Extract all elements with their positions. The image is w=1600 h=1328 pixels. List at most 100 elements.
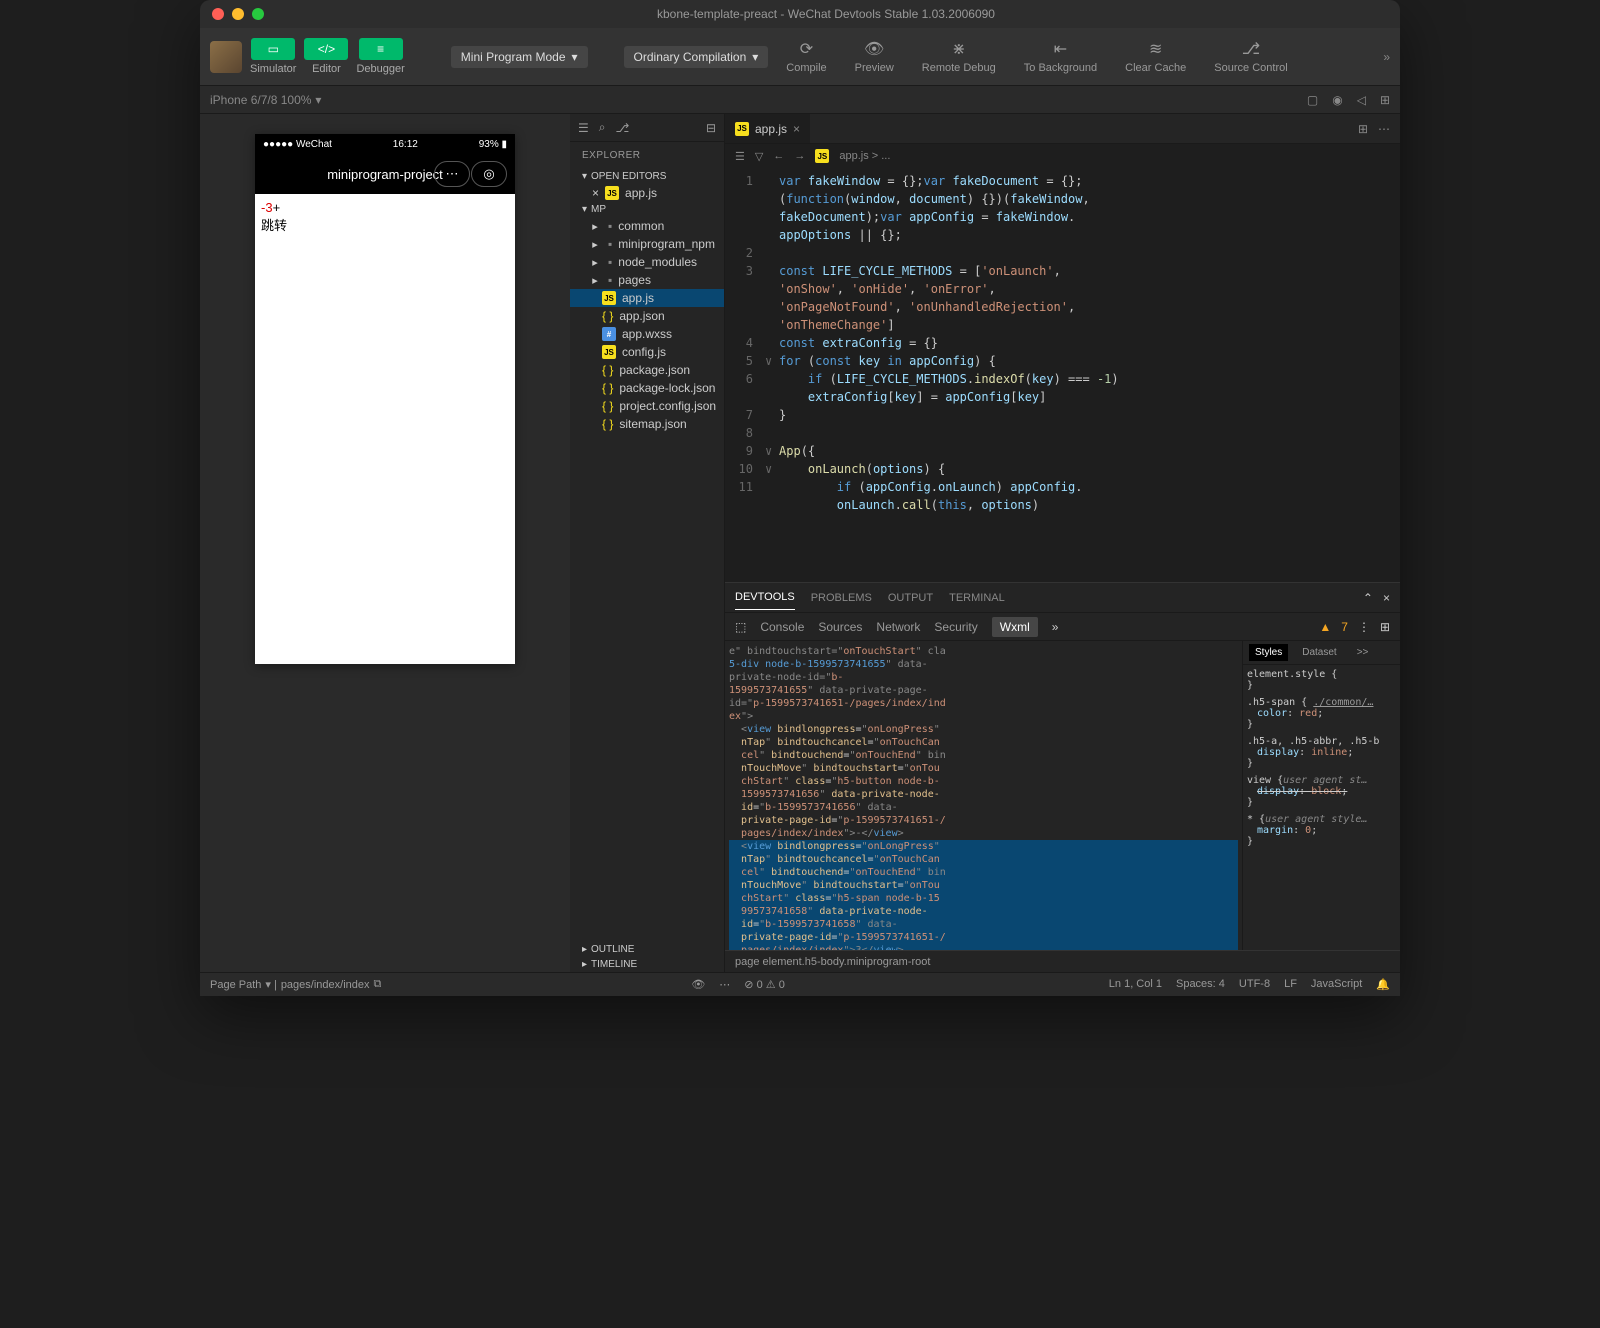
folder-item[interactable]: ▸▪pages bbox=[570, 271, 724, 289]
forward-icon: → bbox=[794, 150, 805, 162]
file-item[interactable]: { }sitemap.json bbox=[570, 415, 724, 433]
copy-icon[interactable]: ⧉ bbox=[374, 978, 382, 991]
explorer-panel: ☰ ⌕ ⎇ ⊟ EXPLORER ▾OPEN EDITORS × JS app.… bbox=[570, 114, 725, 972]
source-control-button[interactable]: ⎇ Source Control bbox=[1204, 39, 1297, 74]
to-background-button[interactable]: ⇤ To Background bbox=[1014, 39, 1107, 74]
split-editor-icon[interactable]: ⊞ bbox=[1358, 122, 1368, 136]
folder-item[interactable]: ▸▪miniprogram_npm bbox=[570, 235, 724, 253]
avatar[interactable] bbox=[210, 41, 242, 73]
file-item[interactable]: JSconfig.js bbox=[570, 343, 724, 361]
file-item[interactable]: JSapp.js bbox=[570, 289, 724, 307]
folder-icon: ▪ bbox=[608, 237, 612, 251]
encoding[interactable]: UTF-8 bbox=[1239, 978, 1270, 991]
preview-button[interactable]: 👁 Preview bbox=[845, 39, 904, 74]
more-icon[interactable]: ⋯ bbox=[719, 978, 730, 991]
sources-subtab[interactable]: Sources bbox=[818, 620, 862, 634]
open-editors-section[interactable]: ▾OPEN EDITORS bbox=[570, 169, 724, 184]
list-icon[interactable]: ☰ bbox=[578, 121, 589, 135]
indentation[interactable]: Spaces: 4 bbox=[1176, 978, 1225, 991]
dock-icon[interactable]: ⊞ bbox=[1380, 620, 1390, 634]
clear-cache-button[interactable]: ≋ Clear Cache bbox=[1115, 39, 1196, 74]
console-subtab[interactable]: Console bbox=[760, 620, 804, 634]
exit-icon: ⇤ bbox=[1054, 39, 1067, 59]
language[interactable]: JavaScript bbox=[1311, 978, 1362, 991]
file-item[interactable]: { }package.json bbox=[570, 361, 724, 379]
workspace-root[interactable]: ▾MP bbox=[570, 202, 724, 217]
file-item[interactable]: { }package-lock.json bbox=[570, 379, 724, 397]
phone-content[interactable]: -3+ 跳转 bbox=[255, 194, 515, 664]
devtools-tab[interactable]: DEVTOOLS bbox=[735, 585, 795, 610]
more-tab[interactable]: >> bbox=[1351, 644, 1375, 661]
close-icon[interactable]: × bbox=[793, 122, 800, 136]
more-icon[interactable]: ⋯ bbox=[1378, 122, 1390, 136]
more-icon[interactable]: » bbox=[1052, 620, 1059, 634]
terminal-tab[interactable]: TERMINAL bbox=[949, 586, 1005, 610]
main-area: ●●●●● WeChat 16:12 93% ▮ miniprogram-pro… bbox=[200, 114, 1400, 972]
record-icon[interactable]: ◉ bbox=[1332, 93, 1342, 107]
minimize-window-button[interactable] bbox=[232, 8, 244, 20]
code-editor[interactable]: 1var fakeWindow = {};var fakeDocument = … bbox=[725, 168, 1400, 582]
branch-icon[interactable]: ⎇ bbox=[616, 121, 630, 135]
chevron-right-icon: ▸ bbox=[588, 256, 602, 269]
chevron-right-icon: ▸ bbox=[588, 220, 602, 233]
network-subtab[interactable]: Network bbox=[876, 620, 920, 634]
element-path[interactable]: page element.h5-body.miniprogram-root bbox=[725, 950, 1400, 972]
close-window-button[interactable] bbox=[212, 8, 224, 20]
debugger-toggle[interactable]: ≡ Debugger bbox=[356, 38, 404, 75]
collapse-icon[interactable]: ⊟ bbox=[706, 121, 716, 135]
search-icon[interactable]: ⌕ bbox=[599, 120, 606, 135]
compilation-dropdown[interactable]: Ordinary Compilation▾ bbox=[624, 46, 769, 68]
eye-icon[interactable]: 👁 bbox=[691, 978, 705, 991]
simulator-toggle[interactable]: ▭ Simulator bbox=[250, 38, 296, 75]
outline-section[interactable]: ▸OUTLINE bbox=[570, 942, 724, 957]
wxml-subtab[interactable]: Wxml bbox=[992, 617, 1038, 637]
capsule-menu-icon[interactable]: ⋯ bbox=[434, 161, 470, 187]
js-file-icon: JS bbox=[735, 122, 749, 136]
security-subtab[interactable]: Security bbox=[934, 620, 977, 634]
folder-item[interactable]: ▸▪common bbox=[570, 217, 724, 235]
file-item[interactable]: { }app.json bbox=[570, 307, 724, 325]
output-tab[interactable]: OUTPUT bbox=[888, 586, 933, 610]
wxml-inspector[interactable]: e" bindtouchstart="onTouchStart" cla5-di… bbox=[725, 641, 1242, 950]
close-icon[interactable]: × bbox=[592, 186, 599, 200]
editor-tab[interactable]: JS app.js × bbox=[725, 114, 810, 143]
editor-tabs: JS app.js × ⊞ ⋯ bbox=[725, 114, 1400, 144]
styles-tab[interactable]: Styles bbox=[1249, 644, 1288, 661]
open-editor-item[interactable]: × JS app.js bbox=[570, 184, 724, 202]
page-path[interactable]: pages/index/index bbox=[281, 979, 370, 991]
errors-badge[interactable]: ⊘ 0 ⚠ 0 bbox=[744, 978, 785, 991]
chevron-up-icon[interactable]: ⌃ bbox=[1363, 591, 1373, 605]
devtools-subtabs: ⬚ Console Sources Network Security Wxml … bbox=[725, 613, 1400, 641]
bell-icon[interactable]: 🔔 bbox=[1376, 978, 1390, 991]
editor-toggle[interactable]: </> Editor bbox=[304, 38, 348, 75]
remote-debug-button[interactable]: ⋇ Remote Debug bbox=[912, 39, 1006, 74]
mode-dropdown[interactable]: Mini Program Mode▾ bbox=[451, 46, 588, 68]
kebab-icon[interactable]: ⋮ bbox=[1358, 620, 1370, 634]
close-icon[interactable]: × bbox=[1383, 591, 1390, 605]
phone-title: miniprogram-project bbox=[327, 167, 443, 182]
problems-tab[interactable]: PROBLEMS bbox=[811, 586, 872, 610]
file-tree: ▸▪common▸▪miniprogram_npm▸▪node_modules▸… bbox=[570, 217, 724, 942]
inspect-icon[interactable]: ⬚ bbox=[735, 620, 746, 634]
compile-button[interactable]: ⟳ Compile bbox=[776, 39, 836, 74]
device-selector[interactable]: iPhone 6/7/8 100% bbox=[210, 93, 311, 107]
file-item[interactable]: #app.wxss bbox=[570, 325, 724, 343]
timeline-section[interactable]: ▸TIMELINE bbox=[570, 957, 724, 972]
more-icon[interactable]: » bbox=[1383, 50, 1390, 64]
capsule-close-icon[interactable]: ◎ bbox=[471, 161, 507, 187]
maximize-window-button[interactable] bbox=[252, 8, 264, 20]
chevron-down-icon: ▾ bbox=[752, 50, 758, 64]
mute-icon[interactable]: ◁ bbox=[1357, 93, 1366, 107]
cursor-position[interactable]: Ln 1, Col 1 bbox=[1109, 978, 1162, 991]
styles-list[interactable]: element.style {}.h5-span { ./common/…col… bbox=[1243, 665, 1400, 950]
dataset-tab[interactable]: Dataset bbox=[1296, 644, 1342, 661]
rotate-icon[interactable]: ▢ bbox=[1307, 93, 1318, 107]
file-item[interactable]: { }project.config.json bbox=[570, 397, 724, 415]
breadcrumb[interactable]: ☰ ▽ ← → JS app.js > ... bbox=[725, 144, 1400, 168]
folder-item[interactable]: ▸▪node_modules bbox=[570, 253, 724, 271]
split-icon[interactable]: ⊞ bbox=[1380, 93, 1390, 107]
page-path-label[interactable]: Page Path bbox=[210, 979, 261, 991]
simulator-panel: ●●●●● WeChat 16:12 93% ▮ miniprogram-pro… bbox=[200, 114, 570, 972]
chevron-down-icon: ▾ bbox=[572, 50, 578, 64]
eol[interactable]: LF bbox=[1284, 978, 1297, 991]
